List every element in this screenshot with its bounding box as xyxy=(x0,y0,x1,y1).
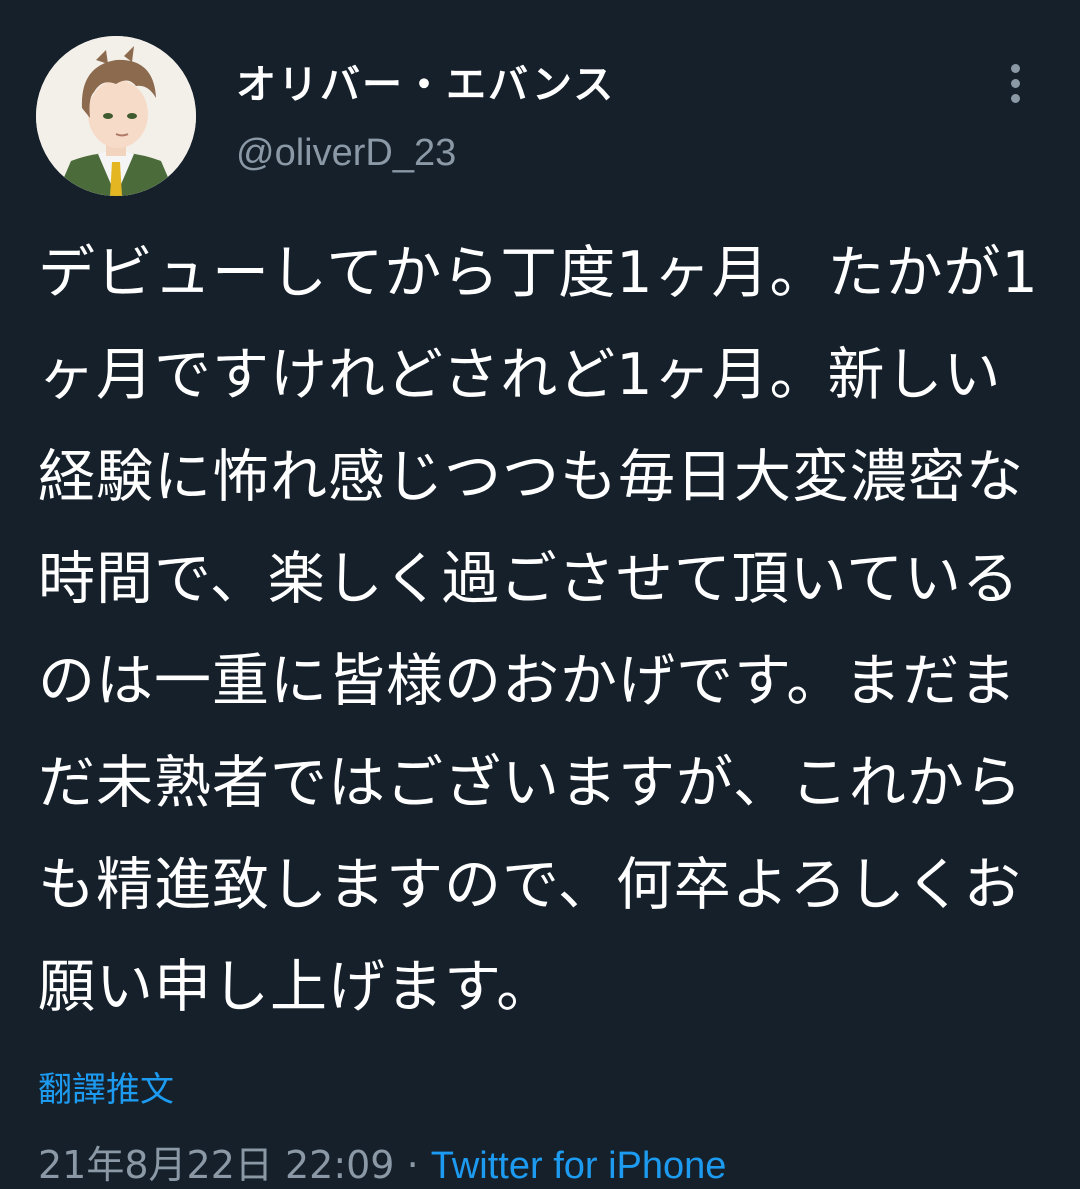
tweet-text: デビューしてから丁度1ヶ月。たかが1ヶ月ですけれどされど1ヶ月。新しい経験に怖れ… xyxy=(38,240,1039,1020)
translate-tweet-link[interactable]: 翻譯推文 xyxy=(38,1062,174,1111)
source-link[interactable]: Twitter for iPhone xyxy=(431,1145,727,1187)
timestamp: 21年8月22日 22:09 xyxy=(38,1143,395,1187)
meta-separator: · xyxy=(394,1143,431,1187)
display-name[interactable]: オリバー・エバンス xyxy=(236,52,615,110)
handle[interactable]: @oliverD_23 xyxy=(236,132,456,175)
more-vertical-icon[interactable] xyxy=(1002,64,1030,104)
avatar[interactable] xyxy=(36,36,196,196)
tweet-meta: 21年8月22日 22:09 · Twitter for iPhone xyxy=(38,1134,726,1189)
avatar-illustration xyxy=(36,36,196,196)
tweet-header: オリバー・エバンス @oliverD_23 xyxy=(36,36,1040,200)
